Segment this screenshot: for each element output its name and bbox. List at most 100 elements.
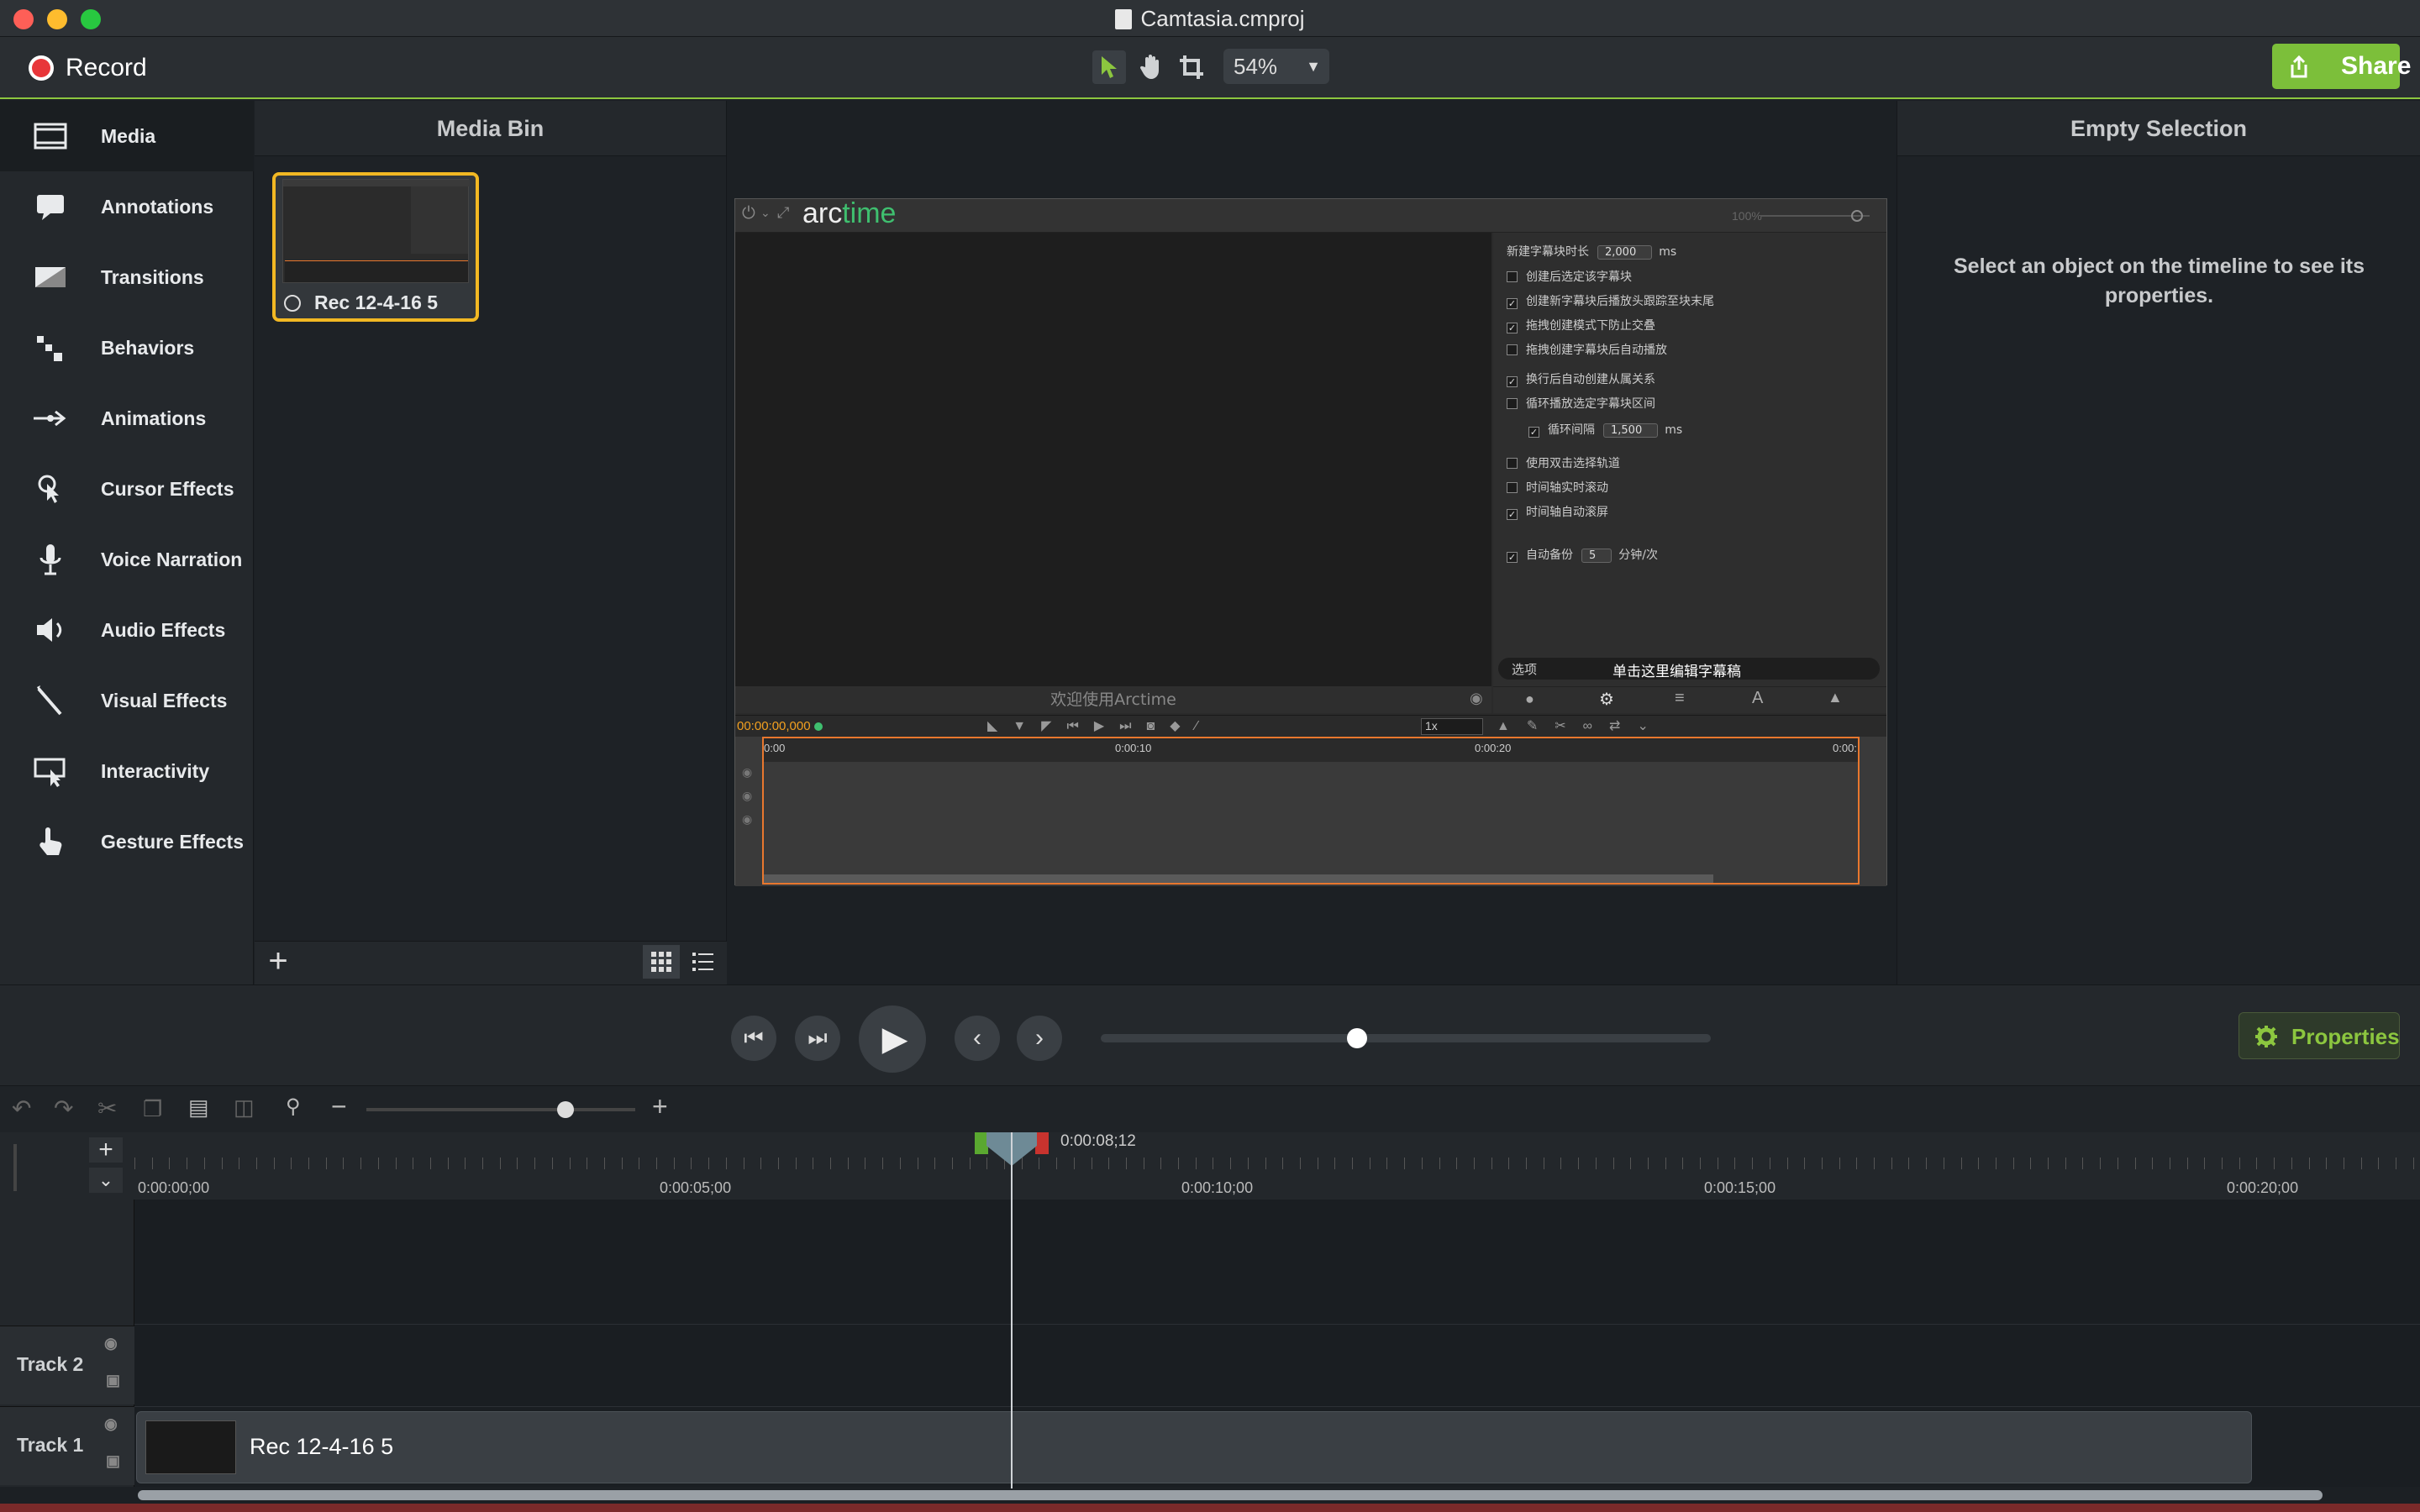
select-tool-button[interactable] bbox=[1092, 50, 1126, 84]
redo-icon[interactable]: ↷ bbox=[54, 1095, 73, 1122]
speaker-icon bbox=[37, 618, 62, 642]
setting-checkbox[interactable] bbox=[1507, 344, 1518, 355]
media-bin-panel: Media Bin Rec 12-4-16 5 + bbox=[255, 101, 727, 984]
setting-checkbox[interactable]: ✓ bbox=[1528, 427, 1539, 438]
zoom-select[interactable]: 54% ▼ bbox=[1223, 49, 1329, 84]
ruler-tick bbox=[1421, 1158, 1423, 1169]
properties-button[interactable]: Properties bbox=[2238, 1012, 2400, 1059]
crop-tool-button[interactable] bbox=[1175, 50, 1208, 84]
animation-arrow-icon bbox=[34, 410, 66, 427]
gear-icon[interactable]: ⚙ bbox=[1599, 689, 1614, 710]
next-marker-button[interactable]: › bbox=[1017, 1016, 1062, 1061]
setting-value[interactable]: 2,000 bbox=[1597, 245, 1653, 260]
arctime-timeline: 0:00 0:00:10 0:00:20 0:00: ◉ ◉ ◉ bbox=[735, 737, 1886, 886]
previous-marker-button[interactable]: ‹ bbox=[955, 1016, 1000, 1061]
ruler-tick bbox=[1612, 1158, 1614, 1169]
ruler-tick bbox=[882, 1158, 884, 1169]
close-window-button[interactable] bbox=[13, 9, 34, 29]
track-1-header[interactable]: Track 1 ◉ ▣ bbox=[0, 1406, 134, 1485]
undo-icon[interactable]: ↶ bbox=[12, 1095, 31, 1122]
options-tab[interactable]: 选项 bbox=[1512, 660, 1537, 678]
zoom-in-button[interactable]: + bbox=[652, 1091, 668, 1122]
ruler-tick bbox=[1334, 1158, 1336, 1169]
scrub-track[interactable] bbox=[1101, 1028, 1711, 1048]
zoom-window-button[interactable] bbox=[81, 9, 101, 29]
setting-value[interactable]: 1,500 bbox=[1603, 423, 1659, 438]
eye-icon[interactable]: ◉ bbox=[104, 1415, 118, 1433]
setting-value[interactable]: 5 bbox=[1581, 549, 1612, 563]
bell-icon[interactable]: ▲ bbox=[1828, 689, 1843, 706]
transport-icons[interactable]: ◣▼◤⏮▶⏭◙◆⁄ bbox=[987, 717, 1213, 734]
tool-annotations[interactable]: Annotations bbox=[0, 171, 254, 242]
tool-voice-narration[interactable]: Voice Narration bbox=[0, 524, 254, 595]
setting-checkbox[interactable] bbox=[1507, 482, 1518, 493]
timeline-scrollbar[interactable] bbox=[138, 1490, 2323, 1500]
media-item[interactable]: Rec 12-4-16 5 bbox=[272, 172, 479, 322]
search-icon[interactable]: ⚲ bbox=[286, 1095, 301, 1119]
timeline-zoom-knob[interactable] bbox=[556, 1101, 574, 1118]
zoom-out-button[interactable]: − bbox=[331, 1091, 347, 1122]
tool-animations[interactable]: Animations bbox=[0, 383, 254, 454]
grid-view-button[interactable] bbox=[643, 945, 680, 979]
copy-icon[interactable]: ❐ bbox=[143, 1096, 162, 1122]
playhead-line[interactable] bbox=[1011, 1132, 1013, 1488]
recording-preview[interactable]: ⏻ ⌄ ⤢ arctime 100% 欢迎使用Arctime ◉ 新建字幕块时长… bbox=[734, 197, 1887, 886]
timeline-ruler[interactable]: + ⌄ 0:00:00;00 0:00:05;00 0:00:10;00 0:0… bbox=[0, 1132, 2420, 1200]
setting-label: 新建字幕块时长 bbox=[1507, 245, 1589, 259]
setting-checkbox[interactable]: ✓ bbox=[1507, 298, 1518, 309]
setting-checkbox[interactable] bbox=[1507, 458, 1518, 469]
lock-icon[interactable]: ▣ bbox=[106, 1452, 120, 1470]
minimize-window-button[interactable] bbox=[47, 9, 67, 29]
play-button[interactable]: ▶ bbox=[859, 1005, 926, 1073]
list-icon[interactable]: ≡ bbox=[1675, 689, 1685, 708]
speed-select[interactable]: 1x bbox=[1421, 718, 1483, 735]
ruler-tick bbox=[2186, 1158, 2188, 1169]
setting-checkbox[interactable] bbox=[1507, 271, 1518, 282]
ruler-tick bbox=[1404, 1158, 1406, 1169]
edit-tools-icons[interactable]: ▲✎✂∞⇄⌄ bbox=[1497, 717, 1665, 734]
timeline-zoom-slider[interactable] bbox=[366, 1101, 635, 1118]
setting-checkbox[interactable]: ✓ bbox=[1507, 552, 1518, 563]
record-button[interactable]: Record bbox=[66, 54, 147, 82]
tool-transitions[interactable]: Transitions bbox=[0, 242, 254, 312]
step-forward-button[interactable]: ⏭ bbox=[795, 1016, 840, 1061]
split-icon[interactable]: ◫ bbox=[234, 1095, 255, 1121]
record-icon[interactable] bbox=[29, 55, 54, 81]
tool-cursor-effects[interactable]: Cursor Effects bbox=[0, 454, 254, 524]
share-button[interactable]: Share bbox=[2272, 44, 2411, 89]
tool-audio-effects[interactable]: Audio Effects bbox=[0, 595, 254, 665]
media-bin-footer: + bbox=[255, 941, 727, 984]
list-view-button[interactable] bbox=[685, 945, 722, 979]
arctime-ruler-label: 0:00:20 bbox=[1475, 742, 1512, 754]
chat-bubble-icon[interactable]: ● bbox=[1525, 690, 1534, 708]
eye-icon[interactable]: ◉ bbox=[104, 1335, 118, 1352]
tool-gesture-effects[interactable]: Gesture Effects bbox=[0, 806, 254, 877]
rewind-button[interactable]: ⏮ bbox=[731, 1016, 776, 1061]
setting-label: 时间轴实时滚动 bbox=[1526, 481, 1608, 495]
lock-icon[interactable]: ▣ bbox=[106, 1372, 120, 1389]
setting-checkbox[interactable]: ✓ bbox=[1507, 323, 1518, 333]
scrub-knob[interactable] bbox=[1346, 1028, 1367, 1048]
tool-interactivity[interactable]: Interactivity bbox=[0, 736, 254, 806]
track-2-header[interactable]: Track 2 ◉ ▣ bbox=[0, 1326, 134, 1404]
pan-tool-button[interactable] bbox=[1134, 50, 1168, 84]
paste-icon[interactable]: ▤ bbox=[188, 1095, 209, 1121]
setting-row: 时间轴实时滚动 bbox=[1507, 479, 1608, 496]
timeline-clip[interactable]: Rec 12-4-16 5 bbox=[136, 1411, 2252, 1483]
setting-checkbox[interactable]: ✓ bbox=[1507, 376, 1518, 387]
tool-visual-effects[interactable]: Visual Effects bbox=[0, 665, 254, 736]
out-point-handle[interactable] bbox=[1035, 1132, 1049, 1154]
cut-icon[interactable]: ✂ bbox=[97, 1095, 117, 1122]
add-track-button[interactable]: + bbox=[89, 1137, 123, 1163]
setting-checkbox[interactable] bbox=[1507, 398, 1518, 409]
collapse-tracks-button[interactable]: ⌄ bbox=[89, 1168, 123, 1193]
add-media-button[interactable]: + bbox=[261, 944, 295, 979]
ruler-tick bbox=[691, 1158, 692, 1169]
tool-behaviors[interactable]: Behaviors bbox=[0, 312, 254, 383]
setting-checkbox[interactable]: ✓ bbox=[1507, 509, 1518, 520]
tool-media[interactable]: Media bbox=[0, 101, 254, 171]
media-bin-title: Media Bin bbox=[255, 101, 726, 156]
font-icon[interactable]: A bbox=[1752, 689, 1763, 708]
track-height-slider[interactable] bbox=[13, 1144, 17, 1191]
canvas-area[interactable]: ⏻ ⌄ ⤢ arctime 100% 欢迎使用Arctime ◉ 新建字幕块时长… bbox=[728, 101, 1896, 984]
